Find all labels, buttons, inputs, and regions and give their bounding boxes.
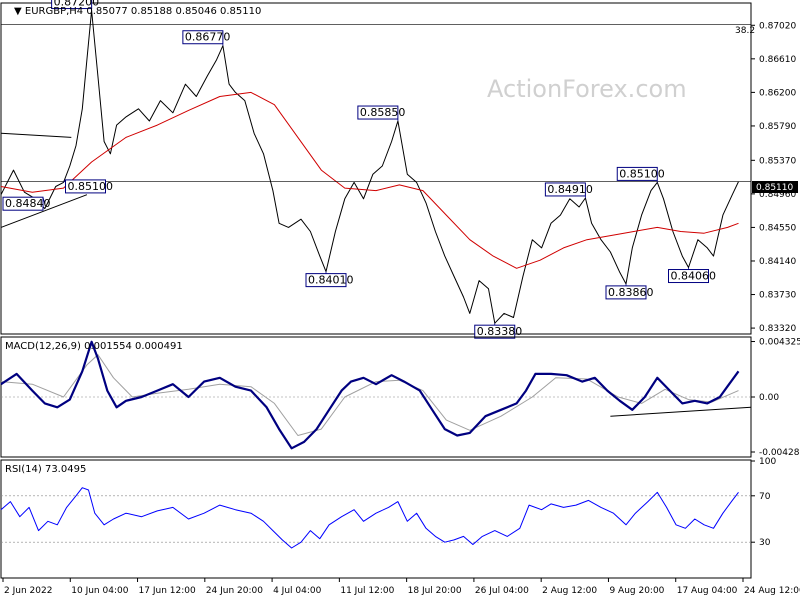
- rsi-y-tick-label: 70: [759, 492, 771, 502]
- header-open: 0.85077: [86, 6, 127, 17]
- header-low: 0.85046: [175, 6, 216, 17]
- time-tick-label: 11 Jul 12:00: [340, 586, 394, 596]
- fib-level-label: 38.2: [735, 26, 755, 36]
- price-y-tick-label: 0.84550: [759, 223, 796, 233]
- time-tick-label: 10 Jun 04:00: [71, 586, 128, 596]
- time-tick-label: 2 Aug 12:00: [542, 586, 597, 596]
- chart-canvas: ActionForex.com 0.872000.867700.858500.8…: [0, 0, 800, 600]
- price-y-tick-label: 0.84140: [759, 257, 796, 267]
- time-tick-label: 17 Jun 12:00: [139, 586, 196, 596]
- macd-y-tick-label: 0.004325: [759, 338, 800, 348]
- time-tick-label: 26 Jul 04:00: [475, 586, 529, 596]
- price-y-tick-label: 0.87020: [759, 21, 796, 31]
- macd-title: MACD(12,26,9) 0.001554 0.000491: [5, 341, 183, 352]
- time-tick-label: 24 Jun 20:00: [206, 586, 263, 596]
- header-symbol: EURGBP,H4: [25, 6, 83, 17]
- watermark: ActionForex.com: [487, 75, 687, 103]
- price-y-tick-label: 0.86610: [759, 55, 796, 65]
- annotation-label: 0.83380: [477, 325, 523, 338]
- price-y-tick-label: 0.86200: [759, 88, 796, 98]
- current-price-label: 0.85110: [756, 183, 793, 193]
- annotation-label: 0.85850: [360, 106, 406, 119]
- time-tick-label: 4 Jul 04:00: [273, 586, 322, 596]
- annotation-label: 0.84840: [5, 197, 51, 210]
- chart-header: ▼ EURGBP,H4 0.85077 0.85188 0.85046 0.85…: [14, 6, 261, 17]
- annotation-label: 0.84010: [308, 274, 354, 287]
- time-tick-label: 2 Jun 2022: [4, 586, 52, 596]
- annotation-label: 0.83860: [608, 286, 654, 299]
- rsi-y-tick-label: 30: [759, 538, 771, 548]
- header-arrow-icon: ▼: [14, 6, 25, 17]
- time-tick-label: 24 Aug 12:00: [744, 586, 800, 596]
- annotation-label: 0.86770: [185, 31, 231, 44]
- macd-y-tick-label: 0.00: [759, 393, 779, 403]
- time-tick-label: 18 Jul 20:00: [408, 586, 462, 596]
- time-tick-label: 9 Aug 20:00: [609, 586, 664, 596]
- price-y-tick-label: 0.85370: [759, 156, 796, 166]
- header-close: 0.85110: [220, 6, 261, 17]
- time-tick-label: 17 Aug 04:00: [677, 586, 738, 596]
- price-y-tick-label: 0.83320: [759, 324, 796, 334]
- price-y-tick-label: 0.85790: [759, 122, 796, 132]
- annotation-label: 0.85100: [68, 180, 114, 193]
- annotation-label: 0.84910: [547, 183, 593, 196]
- price-y-tick-label: 0.83730: [759, 291, 796, 301]
- annotation-label: 0.85100: [619, 167, 665, 180]
- header-high: 0.85188: [131, 6, 172, 17]
- annotation-label: 0.84060: [671, 270, 717, 283]
- rsi-title: RSI(14) 73.0495: [5, 464, 86, 475]
- rsi-y-tick-label: 100: [759, 457, 776, 467]
